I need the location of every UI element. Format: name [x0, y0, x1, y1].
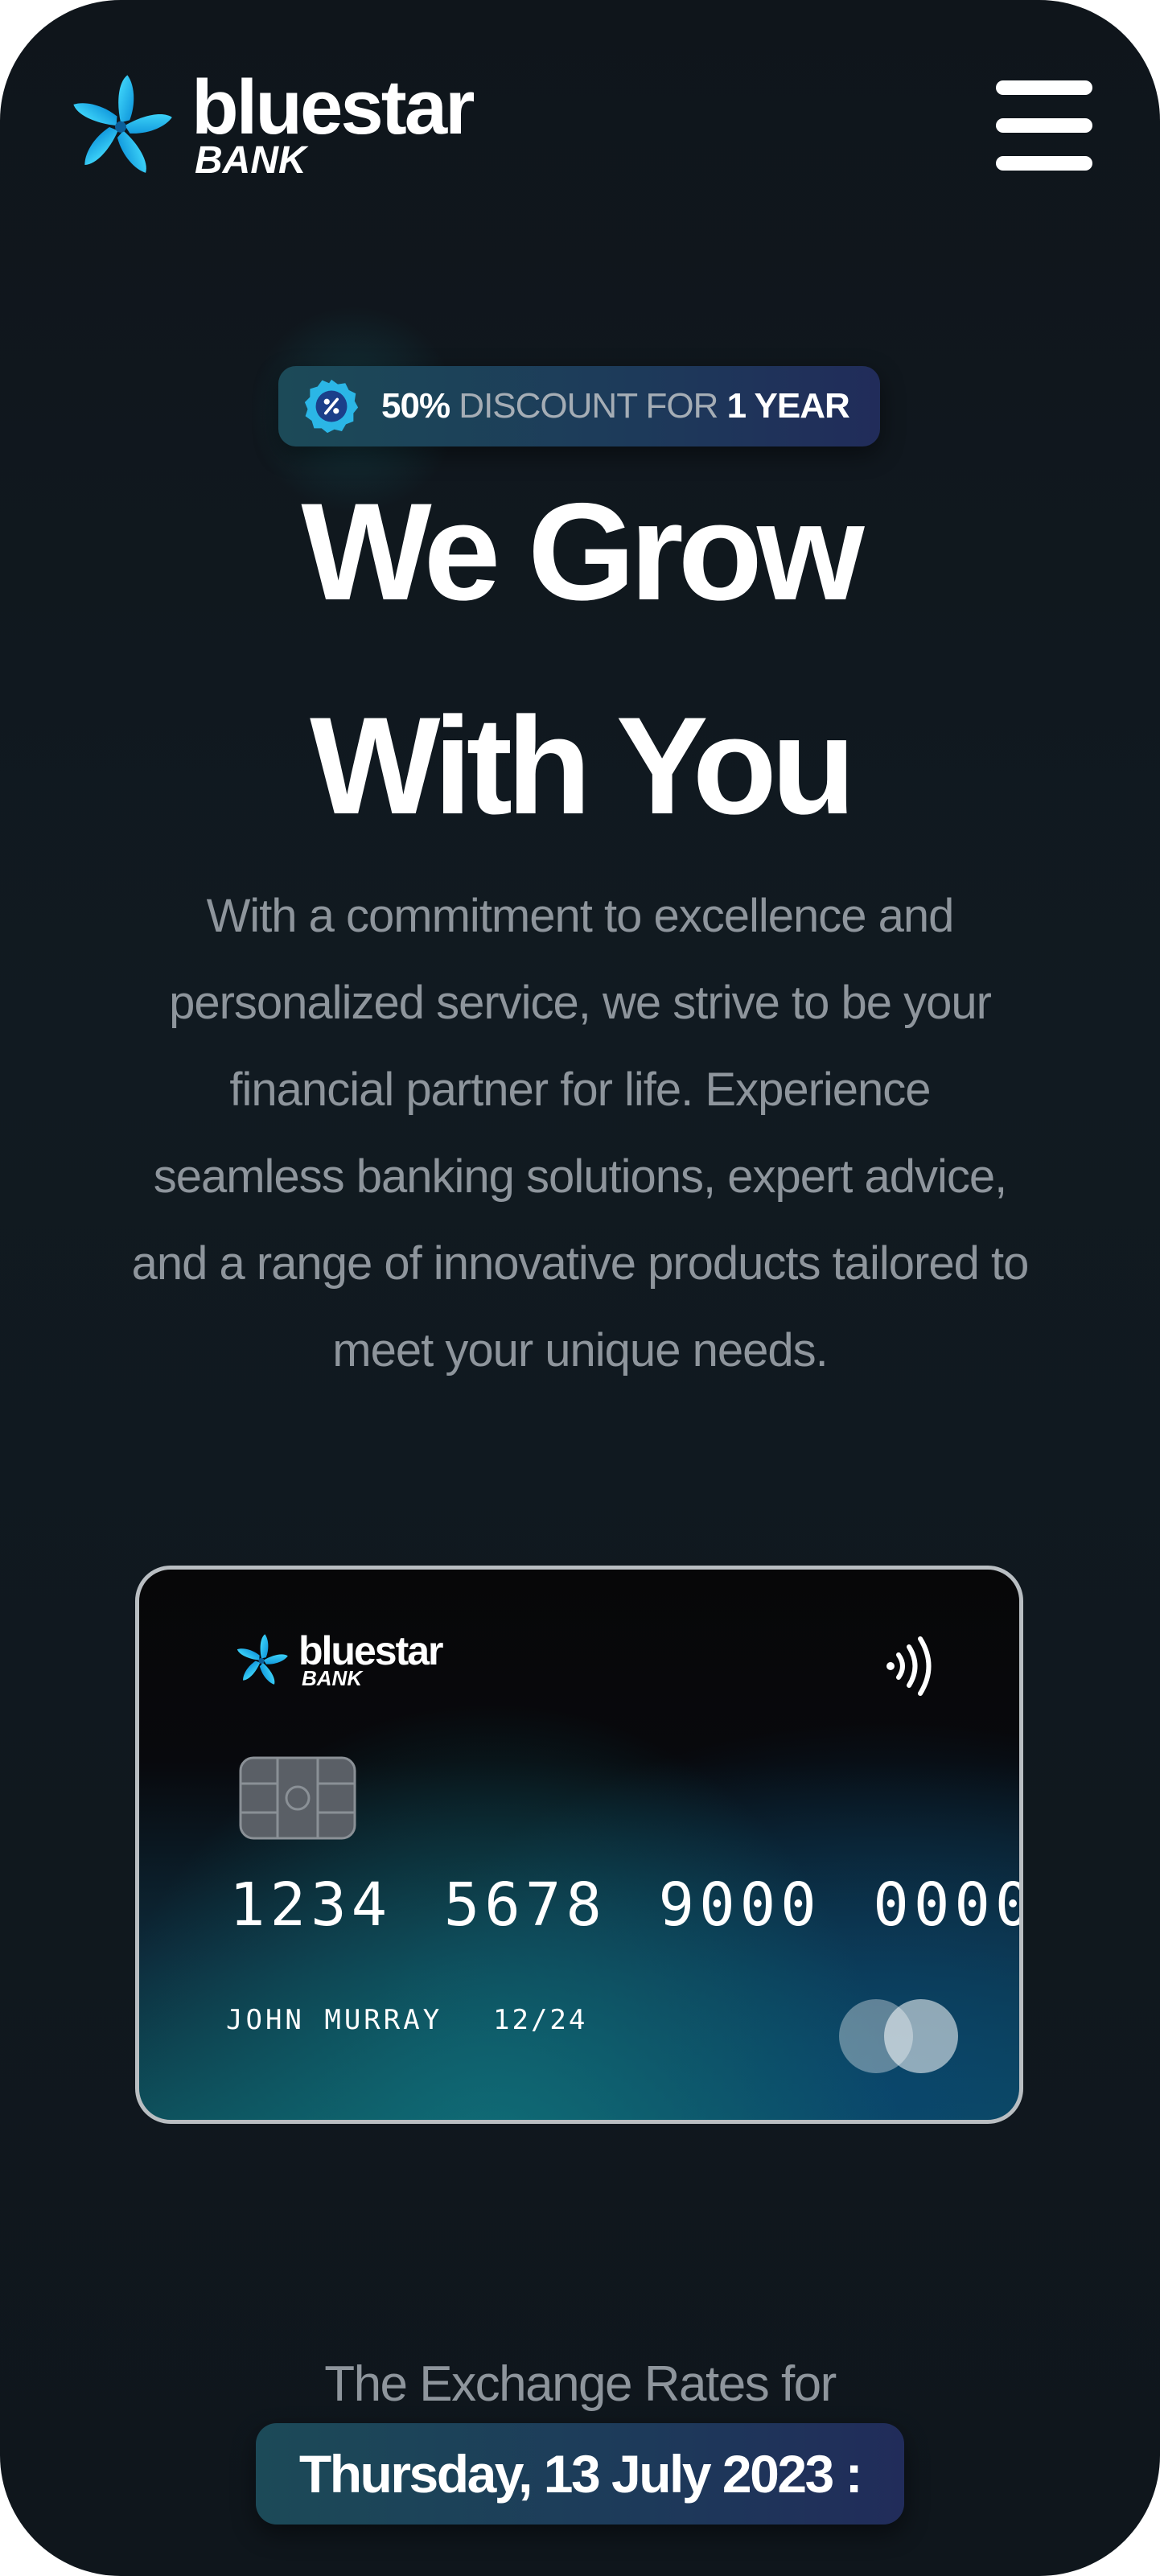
app-screen: bluestar BANK 50% DISCOUNT FOR 1 YEAR We…: [0, 0, 1160, 2576]
discount-duration: 1 YEAR: [726, 386, 850, 426]
card-network-logo-icon: [839, 1999, 958, 2073]
hamburger-menu-icon[interactable]: [996, 80, 1092, 171]
menu-bar: [996, 156, 1092, 171]
brand-logo[interactable]: bluestar BANK: [64, 64, 475, 185]
star-pinwheel-logo-icon: [237, 1634, 288, 1685]
hero-description: With a commitment to excellence and pers…: [131, 890, 1030, 1376]
card-brand-logo: bluestar BANK: [232, 1628, 444, 1690]
brand-sub: BANK: [195, 139, 306, 182]
exchange-rates-date: Thursday, 13 July 2023 :: [256, 2423, 904, 2525]
discount-text: 50% DISCOUNT FOR 1 YEAR: [381, 386, 850, 426]
card-brand-name: bluestar: [298, 1628, 444, 1673]
contactless-icon: [886, 1636, 932, 1696]
discount-badge: 50% DISCOUNT FOR 1 YEAR: [278, 366, 880, 446]
card-expiry: 12/24: [493, 2004, 588, 2036]
menu-bar: [996, 118, 1092, 133]
card-brand-sub: BANK: [302, 1666, 363, 1690]
exchange-rates-caption: The Exchange Rates for: [324, 2356, 837, 2412]
hero-title-line-2: With You: [310, 689, 856, 843]
hero-title-line-1: We Grow: [301, 475, 864, 629]
credit-card: bluestar BANK 1234 5678 9000 0000 JOHN M…: [135, 1566, 1023, 2124]
star-pinwheel-logo-icon: [73, 75, 172, 173]
card-brand-wordmark: bluestar BANK: [298, 1628, 444, 1690]
brand-wordmark: bluestar BANK: [191, 64, 475, 182]
brand-name: bluestar: [191, 64, 475, 150]
discount-percent: 50%: [381, 386, 450, 426]
percent-badge-icon: [304, 379, 359, 434]
card-holder-name: JOHN MURRAY: [226, 2004, 443, 2036]
menu-bar: [996, 80, 1092, 95]
chip-icon: [239, 1756, 356, 1840]
card-number: 1234 5678 9000 0000: [229, 1870, 1023, 1940]
discount-middle: DISCOUNT FOR: [450, 386, 727, 426]
